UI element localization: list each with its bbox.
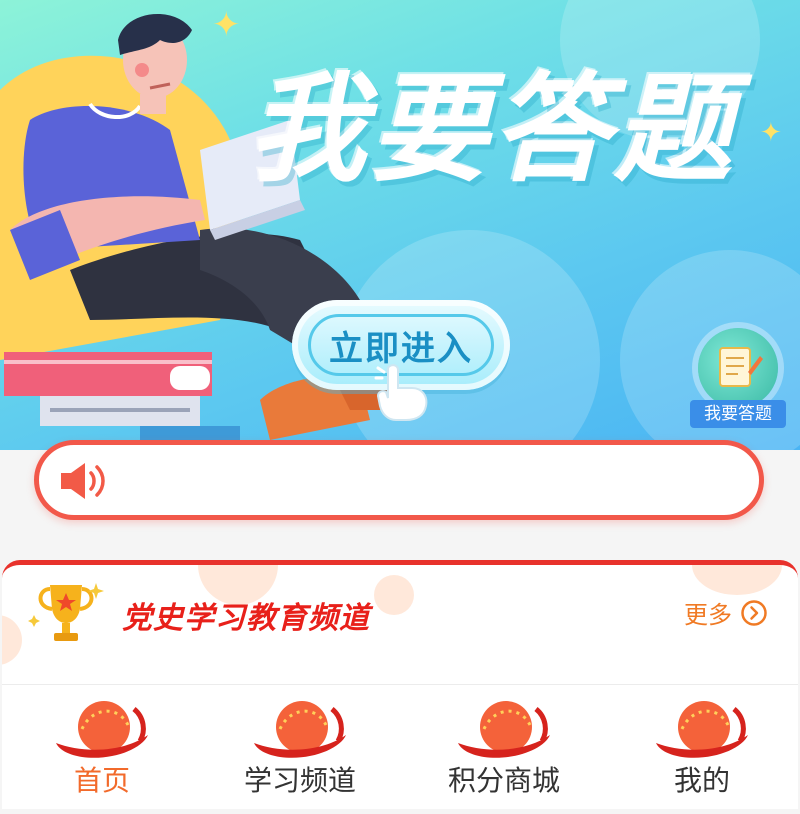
speaker-icon — [61, 463, 105, 499]
quiz-banner[interactable]: ✦ ✦ 我要答题 立即进入 我要答题 — [0, 0, 800, 450]
tab-label-profile: 我的 — [673, 764, 730, 797]
quiz-floating-badge[interactable]: 我要答题 — [690, 328, 786, 432]
bottom-tab-bar: 首页 学习频道 积分商城 我的 — [2, 684, 798, 809]
chevron-right-circle-icon — [741, 599, 767, 626]
pointer-hand-icon — [374, 364, 428, 421]
study-sun-icon — [254, 701, 346, 758]
banner-headline: 我要答题 — [248, 60, 737, 198]
document-pen-icon — [719, 347, 763, 387]
tab-label-home: 首页 — [73, 764, 130, 797]
tab-profile[interactable]: 我的 — [602, 685, 800, 809]
quiz-badge-label: 我要答题 — [690, 400, 786, 428]
trophy-icon — [28, 583, 104, 641]
tab-home[interactable]: 首页 — [2, 685, 202, 809]
more-label: 更多 — [684, 601, 732, 629]
announcement-text — [119, 445, 729, 515]
decor-bubble — [2, 615, 22, 665]
tab-points-mall[interactable]: 积分商城 — [404, 685, 604, 809]
home-sun-icon — [56, 701, 148, 758]
more-link[interactable]: 更多 — [684, 595, 768, 630]
tab-label-points-mall: 积分商城 — [447, 764, 560, 797]
decor-bubble — [692, 565, 782, 595]
profile-sun-icon — [656, 701, 748, 758]
announcement-bar[interactable] — [34, 440, 764, 520]
channel-header: 党史学习教育频道 更多 — [2, 560, 798, 684]
tab-label-study-channel: 学习频道 — [243, 764, 356, 797]
channel-title: 党史学习教育频道 — [122, 601, 370, 636]
decor-bubble — [374, 575, 414, 615]
tab-study-channel[interactable]: 学习频道 — [200, 685, 400, 809]
mall-sun-icon — [458, 701, 550, 758]
